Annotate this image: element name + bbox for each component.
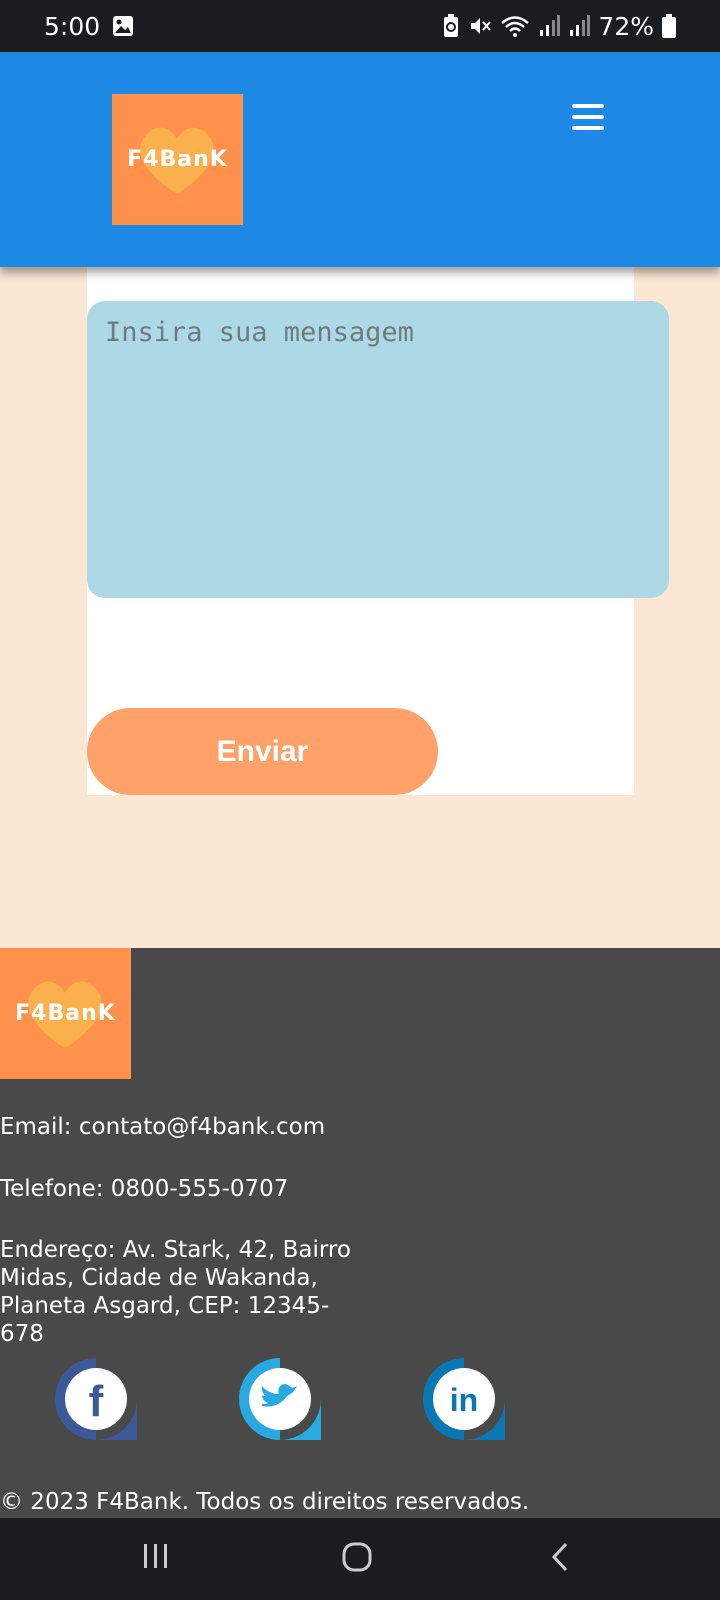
address-line: Endereço: Av. Stark, 42, Bairro <box>0 1237 351 1263</box>
wifi-icon <box>500 14 530 38</box>
main-content: Enviar <box>0 267 720 948</box>
logo-text: F4BanK <box>15 1001 116 1026</box>
header-logo[interactable]: F4BanK <box>112 94 243 225</box>
signal-icon <box>538 14 561 38</box>
recents-icon[interactable] <box>140 1540 172 1577</box>
linkedin-icon[interactable]: in <box>421 1356 507 1442</box>
status-bar: 5:00 72% <box>0 0 720 52</box>
battery-icon <box>662 14 676 38</box>
footer-email: Email: contato@f4bank.com <box>0 1114 326 1140</box>
footer-phone: Telefone: 0800-555-0707 <box>0 1176 289 1202</box>
status-left: 5:00 <box>44 12 134 41</box>
footer-address: Endereço: Av. Stark, 42, Bairro Midas, C… <box>0 1236 360 1348</box>
logo-text: F4BanK <box>127 147 228 172</box>
facebook-icon[interactable]: f <box>53 1356 139 1442</box>
address-line: Midas, Cidade de Wakanda, <box>0 1265 318 1291</box>
back-icon[interactable] <box>548 1540 572 1579</box>
address-line: Planeta Asgard, CEP: 12345-678 <box>0 1293 330 1347</box>
footer: F4BanK Email: contato@f4bank.com Telefon… <box>0 948 720 1518</box>
status-time: 5:00 <box>44 11 101 41</box>
send-button[interactable]: Enviar <box>87 708 438 795</box>
twitter-icon[interactable] <box>237 1356 323 1442</box>
svg-text:f: f <box>89 1377 104 1426</box>
home-icon[interactable] <box>340 1540 374 1579</box>
message-input[interactable] <box>87 301 669 598</box>
battery-percent: 72% <box>598 11 654 41</box>
mute-icon <box>468 14 492 38</box>
navigation-bar <box>0 1518 720 1600</box>
hamburger-menu-icon[interactable] <box>568 100 608 134</box>
svg-text:in: in <box>450 1382 478 1418</box>
battery-saver-icon <box>442 14 460 38</box>
copyright-text: © 2023 F4Bank. Todos os direitos reserva… <box>0 1489 530 1515</box>
gallery-icon <box>112 15 134 37</box>
status-right: 72% <box>442 12 676 41</box>
footer-logo[interactable]: F4BanK <box>0 948 131 1079</box>
signal-icon <box>568 14 591 38</box>
app-header: F4BanK <box>0 52 720 267</box>
